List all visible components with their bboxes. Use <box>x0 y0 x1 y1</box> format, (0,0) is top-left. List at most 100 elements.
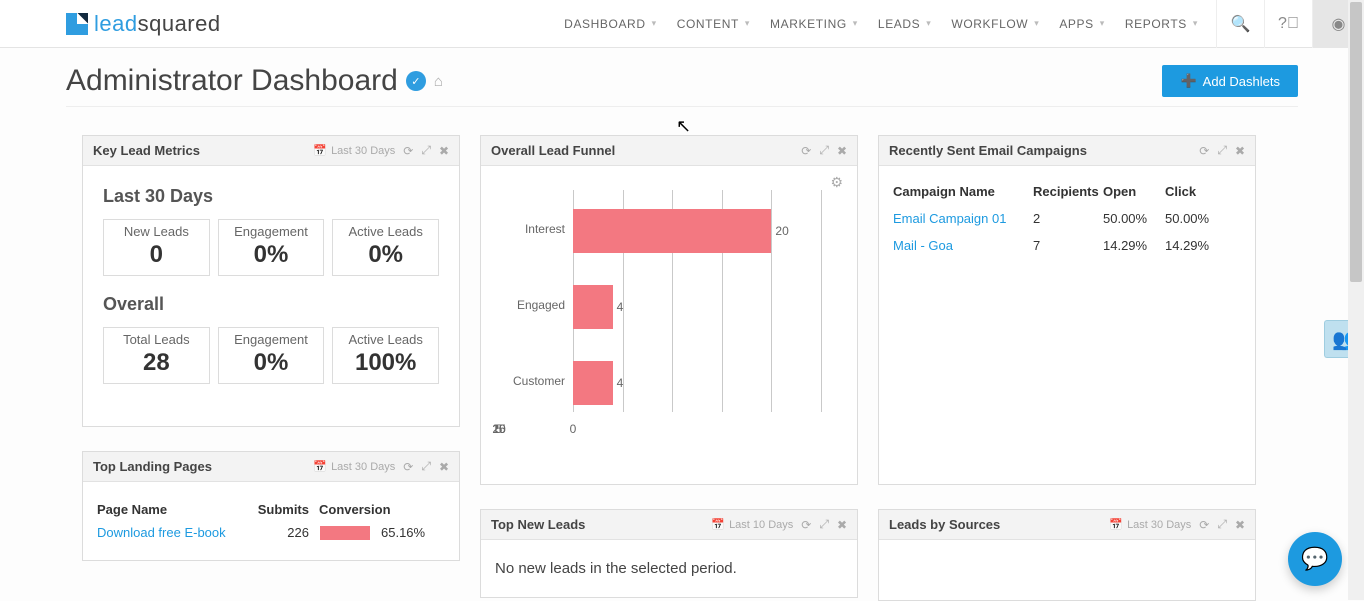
section-label: Overall <box>103 294 439 315</box>
metric-active-leads-30d: Active Leads0% <box>332 219 439 276</box>
topbar-right: 🔍 ?⃝ ◉ <box>1216 0 1364 48</box>
nav-leads[interactable]: LEADS▾ <box>868 0 941 48</box>
expand-icon[interactable]: ⤢ <box>421 143 431 158</box>
nav-marketing[interactable]: MARKETING▾ <box>760 0 868 48</box>
dashlets-grid: Key Lead Metrics 📅Last 30 Days ⟳ ⤢ ✖ Las… <box>0 107 1364 601</box>
dashlet-key-lead-metrics: Key Lead Metrics 📅Last 30 Days ⟳ ⤢ ✖ Las… <box>82 135 460 427</box>
nav-content[interactable]: CONTENT▾ <box>667 0 760 48</box>
col-conversion: Conversion <box>309 502 441 517</box>
calendar-icon: 📅 <box>313 144 327 157</box>
refresh-icon[interactable]: ⟳ <box>403 144 413 158</box>
close-icon[interactable]: ✖ <box>837 518 847 532</box>
dashlet-title: Leads by Sources <box>889 517 1000 532</box>
page-header: Administrator Dashboard ✓ ⌂ ➕ Add Dashle… <box>0 48 1364 106</box>
close-icon[interactable]: ✖ <box>439 144 449 158</box>
section-label: Last 30 Days <box>103 186 439 207</box>
expand-icon[interactable]: ⤢ <box>1217 517 1227 532</box>
landing-page-link[interactable]: Download free E-book <box>97 525 255 540</box>
dashlet-email-campaigns: Recently Sent Email Campaigns ⟳ ⤢ ✖ Camp… <box>878 135 1256 485</box>
bar-engaged <box>573 285 613 329</box>
date-range[interactable]: 📅Last 30 Days <box>1109 518 1191 531</box>
col-recipients: Recipients <box>1033 184 1103 199</box>
plus-icon: ➕ <box>1180 73 1196 89</box>
page-title: Administrator Dashboard <box>66 64 398 98</box>
nav-apps[interactable]: APPS▾ <box>1049 0 1115 48</box>
dashlet-title: Overall Lead Funnel <box>491 143 615 158</box>
calendar-icon: 📅 <box>711 518 725 531</box>
dashlet-overall-lead-funnel: Overall Lead Funnel ⟳ ⤢ ✖ ⚙ Interest Eng… <box>480 135 858 485</box>
logo-mark-icon <box>66 13 88 35</box>
dashlet-title: Recently Sent Email Campaigns <box>889 143 1087 158</box>
expand-icon[interactable]: ⤢ <box>819 143 829 158</box>
refresh-icon[interactable]: ⟳ <box>801 144 811 158</box>
table-row: Mail - Goa 7 14.29% 14.29% <box>893 232 1241 259</box>
metric-total-leads: Total Leads28 <box>103 327 210 384</box>
conversion-bar <box>320 526 370 540</box>
scroll-thumb[interactable] <box>1350 2 1362 282</box>
calendar-icon: 📅 <box>313 460 327 473</box>
table-row: Download free E-book 226 65.16% <box>97 521 445 544</box>
home-icon[interactable]: ⌂ <box>434 73 443 90</box>
campaign-link[interactable]: Email Campaign 01 <box>893 211 1033 226</box>
bar-interest <box>573 209 771 253</box>
search-icon[interactable]: 🔍 <box>1216 0 1264 48</box>
dashlet-title: Top Landing Pages <box>93 459 212 474</box>
close-icon[interactable]: ✖ <box>1235 144 1245 158</box>
date-range[interactable]: 📅Last 30 Days <box>313 144 395 157</box>
nav-reports[interactable]: REPORTS▾ <box>1115 0 1208 48</box>
logo[interactable]: leadsquared <box>66 11 221 37</box>
table-row: Email Campaign 01 2 50.00% 50.00% <box>893 205 1241 232</box>
logo-text: leadsquared <box>94 11 221 37</box>
chevron-down-icon: ▾ <box>1034 18 1039 29</box>
dashlet-title: Top New Leads <box>491 517 585 532</box>
col-click: Click <box>1165 184 1227 199</box>
metric-engagement-overall: Engagement0% <box>218 327 325 384</box>
expand-icon[interactable]: ⤢ <box>421 459 431 474</box>
chevron-down-icon: ▾ <box>853 18 858 29</box>
chat-button[interactable]: 💬 <box>1288 532 1342 586</box>
col-page-name: Page Name <box>97 502 255 517</box>
close-icon[interactable]: ✖ <box>837 144 847 158</box>
close-icon[interactable]: ✖ <box>1235 518 1245 532</box>
chevron-down-icon: ▾ <box>1100 18 1105 29</box>
metric-active-leads-overall: Active Leads100% <box>332 327 439 384</box>
main-nav: DASHBOARD▾ CONTENT▾ MARKETING▾ LEADS▾ WO… <box>554 0 1208 48</box>
close-icon[interactable]: ✖ <box>439 460 449 474</box>
col-open: Open <box>1103 184 1165 199</box>
expand-icon[interactable]: ⤢ <box>819 517 829 532</box>
col-submits: Submits <box>255 502 309 517</box>
refresh-icon[interactable]: ⟳ <box>801 518 811 532</box>
chevron-down-icon: ▾ <box>1193 18 1198 29</box>
topbar: leadsquared DASHBOARD▾ CONTENT▾ MARKETIN… <box>0 0 1364 48</box>
campaign-link[interactable]: Mail - Goa <box>893 238 1033 253</box>
date-range[interactable]: 📅Last 30 Days <box>313 460 395 473</box>
y-axis-label: Engaged <box>499 298 565 312</box>
help-icon[interactable]: ?⃝ <box>1264 0 1312 48</box>
refresh-icon[interactable]: ⟳ <box>1199 518 1209 532</box>
expand-icon[interactable]: ⤢ <box>1217 143 1227 158</box>
dashlet-top-new-leads: Top New Leads 📅Last 10 Days ⟳ ⤢ ✖ No new… <box>480 509 858 598</box>
calendar-icon: 📅 <box>1109 518 1123 531</box>
dashlet-leads-by-sources: Leads by Sources 📅Last 30 Days ⟳ ⤢ ✖ <box>878 509 1256 601</box>
gear-icon[interactable]: ⚙ <box>830 174 843 191</box>
y-axis-label: Customer <box>499 374 565 388</box>
empty-message: No new leads in the selected period. <box>481 540 857 597</box>
dashlet-top-landing-pages: Top Landing Pages 📅Last 30 Days ⟳ ⤢ ✖ Pa… <box>82 451 460 561</box>
metric-new-leads: New Leads0 <box>103 219 210 276</box>
bar-customer <box>573 361 613 405</box>
scrollbar[interactable] <box>1348 0 1364 600</box>
nav-workflow[interactable]: WORKFLOW▾ <box>941 0 1049 48</box>
chevron-down-icon: ▾ <box>745 18 750 29</box>
refresh-icon[interactable]: ⟳ <box>403 460 413 474</box>
col-campaign: Campaign Name <box>893 184 1033 199</box>
funnel-chart: Interest Engaged Customer <box>499 190 839 440</box>
verified-icon: ✓ <box>406 71 426 91</box>
chevron-down-icon: ▾ <box>652 18 657 29</box>
nav-dashboard[interactable]: DASHBOARD▾ <box>554 0 667 48</box>
chevron-down-icon: ▾ <box>926 18 931 29</box>
dashlet-title: Key Lead Metrics <box>93 143 200 158</box>
refresh-icon[interactable]: ⟳ <box>1199 144 1209 158</box>
plot-area: 20 4 4 <box>573 190 821 412</box>
date-range[interactable]: 📅Last 10 Days <box>711 518 793 531</box>
add-dashlets-button[interactable]: ➕ Add Dashlets <box>1162 65 1298 97</box>
